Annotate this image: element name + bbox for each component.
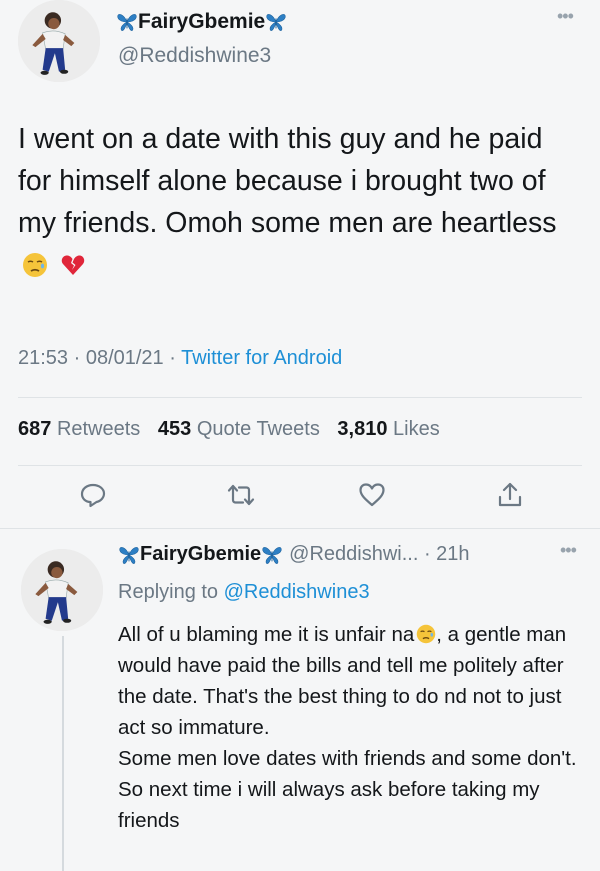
butterfly-icon — [261, 544, 283, 566]
reply-display-name[interactable]: FairyGbemie — [140, 543, 261, 566]
butterfly-icon — [118, 544, 140, 566]
tweet-stats: 687 Retweets 453 Quote Tweets 3,810 Like… — [18, 418, 440, 441]
divider — [18, 397, 582, 398]
share-icon[interactable] — [495, 480, 525, 510]
like-icon[interactable] — [357, 480, 387, 510]
likes-stat[interactable]: 3,810 Likes — [337, 418, 439, 440]
quotes-stat[interactable]: 453 Quote Tweets — [158, 418, 320, 440]
timestamp[interactable]: 21:53 · 08/01/21 · — [18, 347, 181, 369]
retweet-icon[interactable] — [226, 480, 256, 510]
replying-to-handle[interactable]: @Reddishwine3 — [224, 581, 370, 603]
replying-prefix: Replying to — [118, 581, 224, 603]
author-name-row[interactable]: FairyGbemie — [116, 10, 287, 34]
tweet-text: I went on a date with this guy and he pa… — [18, 118, 578, 286]
client-link[interactable]: Twitter for Android — [181, 347, 342, 369]
more-icon[interactable]: ••• — [557, 6, 574, 27]
sad-face-emoji — [416, 624, 436, 644]
reply-icon[interactable] — [78, 480, 108, 510]
divider — [18, 465, 582, 466]
retweets-count: 687 — [18, 418, 52, 440]
tweet-meta: 21:53 · 08/01/21 · Twitter for Android — [18, 347, 342, 370]
action-bar — [0, 480, 600, 512]
reply-handle[interactable]: @Reddishwi... · 21h — [289, 543, 469, 566]
divider — [0, 528, 600, 529]
retweets-label: Retweets — [56, 418, 141, 440]
butterfly-icon — [116, 11, 138, 33]
tweet-text-body: I went on a date with this guy and he pa… — [18, 123, 557, 239]
quotes-label: Quote Tweets — [196, 418, 320, 440]
thread-line — [62, 636, 64, 871]
butterfly-icon — [265, 11, 287, 33]
display-name[interactable]: FairyGbemie — [138, 10, 265, 34]
user-handle[interactable]: @Reddishwine3 — [118, 44, 271, 68]
sad-face-emoji — [22, 252, 48, 278]
avatar[interactable] — [18, 0, 100, 82]
retweets-stat[interactable]: 687 Retweets — [18, 418, 140, 440]
likes-label: Likes — [393, 418, 440, 440]
likes-count: 3,810 — [337, 418, 388, 440]
replying-to: Replying to @Reddishwine3 — [118, 581, 370, 604]
reply-author-row[interactable]: FairyGbemie @Reddishwi... · 21h — [118, 543, 470, 566]
reply-avatar[interactable] — [21, 549, 103, 631]
broken-heart-emoji — [60, 252, 86, 278]
more-icon[interactable]: ••• — [560, 540, 577, 561]
reply-text-part2: , a gentle man would have paid the bills… — [118, 623, 577, 832]
quotes-count: 453 — [157, 418, 192, 440]
tweet-card[interactable]: FairyGbemie @Reddishwine3 ••• I went on … — [0, 0, 600, 520]
reply-text: All of u blaming me it is unfair na, a g… — [118, 619, 578, 836]
reply-text-part1: All of u blaming me it is unfair na — [118, 623, 415, 646]
